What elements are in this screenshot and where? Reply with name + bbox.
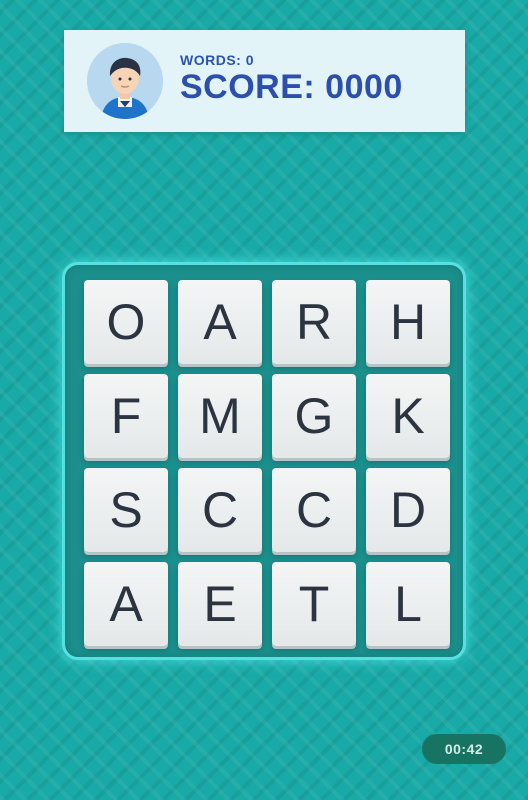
tile-r1-c2[interactable]: A xyxy=(178,280,262,364)
tile-r2-c3[interactable]: G xyxy=(272,374,356,458)
letter-board: O A R H F M G K S C C D A E T L xyxy=(62,262,466,660)
tile-r4-c3[interactable]: T xyxy=(272,562,356,646)
tile-r4-c4[interactable]: L xyxy=(366,562,450,646)
tile-r1-c4[interactable]: H xyxy=(366,280,450,364)
words-count: WORDS: 0 xyxy=(180,52,254,68)
tile-r1-c3[interactable]: R xyxy=(272,280,356,364)
tile-r2-c4[interactable]: K xyxy=(366,374,450,458)
score-card: WORDS: 0 SCORE: 0000 xyxy=(64,30,465,132)
tile-r3-c3[interactable]: C xyxy=(272,468,356,552)
player-avatar-icon[interactable] xyxy=(87,43,163,119)
tile-r2-c1[interactable]: F xyxy=(84,374,168,458)
tile-r4-c2[interactable]: E xyxy=(178,562,262,646)
tile-r3-c1[interactable]: S xyxy=(84,468,168,552)
score-value: SCORE: 0000 xyxy=(180,68,403,106)
tile-r1-c1[interactable]: O xyxy=(84,280,168,364)
countdown-timer: 00:42 xyxy=(422,734,506,764)
tile-r3-c2[interactable]: C xyxy=(178,468,262,552)
tile-r3-c4[interactable]: D xyxy=(366,468,450,552)
tile-r2-c2[interactable]: M xyxy=(178,374,262,458)
tile-r4-c1[interactable]: A xyxy=(84,562,168,646)
